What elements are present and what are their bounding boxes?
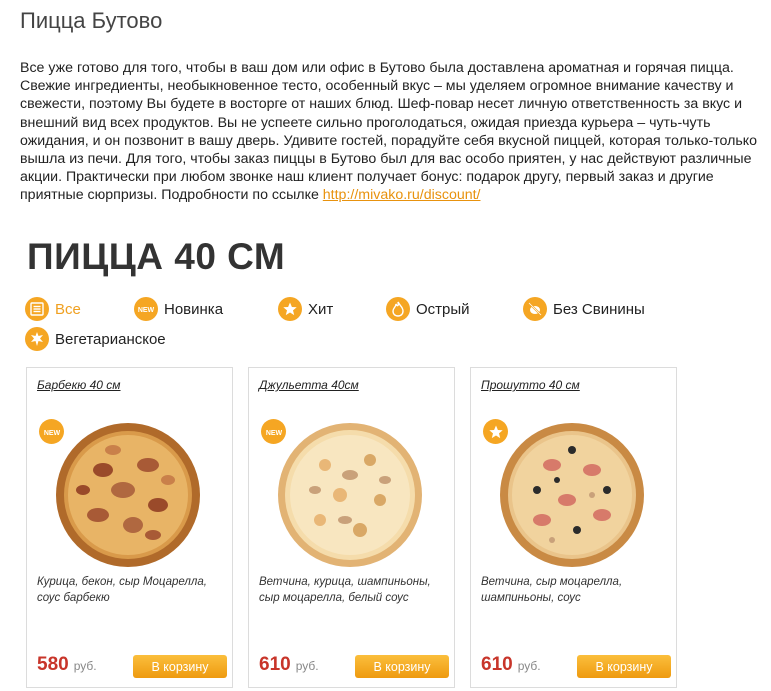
intro-text: Все уже готово для того, чтобы в ваш дом… [20, 59, 760, 205]
filter-label: Вегетарианское [55, 330, 166, 348]
star-icon [278, 297, 302, 321]
price-value: 610 [259, 654, 291, 675]
price: 610 руб. [259, 654, 319, 676]
product-name-link[interactable]: Джульетта 40см [259, 378, 359, 392]
intro-body: Все уже готово для того, чтобы в ваш дом… [20, 60, 758, 204]
section-title: ПИЦЦА 40 СМ [27, 236, 286, 277]
price: 580 руб. [37, 654, 97, 676]
pizza-image[interactable] [53, 420, 203, 570]
product-description: Курица, бекон, сыр Моцарелла, соус барбе… [37, 576, 207, 604]
filter-label: Острый [416, 300, 470, 318]
filter-label: Хит [308, 300, 334, 318]
price-currency: руб. [295, 659, 319, 673]
price-value: 610 [481, 654, 513, 675]
price-value: 580 [37, 654, 69, 675]
filter-vegetarian[interactable]: Вегетарианское [25, 325, 166, 353]
add-to-cart-button[interactable]: В корзину [355, 655, 449, 678]
pizza-image[interactable] [497, 420, 647, 570]
filter-all[interactable]: Все [25, 295, 81, 323]
product-description: Ветчина, сыр моцарелла, шампиньоны, соус [481, 576, 623, 604]
leaf-icon [25, 327, 49, 351]
filter-label: Без Свинины [553, 300, 645, 318]
product-card: Прошутто 40 см Ветчина, сыр моцарелла, ш… [470, 367, 677, 688]
price: 610 руб. [481, 654, 541, 676]
pizza-image[interactable] [275, 420, 425, 570]
product-name-link[interactable]: Прошутто 40 см [481, 378, 580, 392]
filter-no-pork[interactable]: Без Свинины [523, 295, 645, 323]
product-card: Барбекю 40 см NEW Курица, бекон, сыр Моц… [26, 367, 233, 688]
price-currency: руб. [73, 659, 97, 673]
menu-list-icon [25, 297, 49, 321]
price-currency: руб. [517, 659, 541, 673]
product-description: Ветчина, курица, шампиньоны, сыр моцарел… [259, 576, 431, 604]
filter-new[interactable]: NEW Новинка [134, 295, 223, 323]
filter-spicy[interactable]: Острый [386, 295, 470, 323]
filter-hit[interactable]: Хит [278, 295, 333, 323]
svg-text:NEW: NEW [138, 307, 155, 314]
filter-label: Все [55, 300, 81, 318]
product-name-link[interactable]: Барбекю 40 см [37, 378, 121, 392]
no-pork-icon [523, 297, 547, 321]
discount-link[interactable]: http://mivako.ru/discount/ [323, 187, 481, 203]
new-badge-icon: NEW [134, 297, 158, 321]
add-to-cart-button[interactable]: В корзину [577, 655, 671, 678]
add-to-cart-button[interactable]: В корзину [133, 655, 227, 678]
flame-icon [386, 297, 410, 321]
page-title: Пицца Бутово [20, 8, 163, 33]
product-card: Джульетта 40см NEW Ветчина, курица, шамп… [248, 367, 455, 688]
filter-label: Новинка [164, 300, 224, 318]
